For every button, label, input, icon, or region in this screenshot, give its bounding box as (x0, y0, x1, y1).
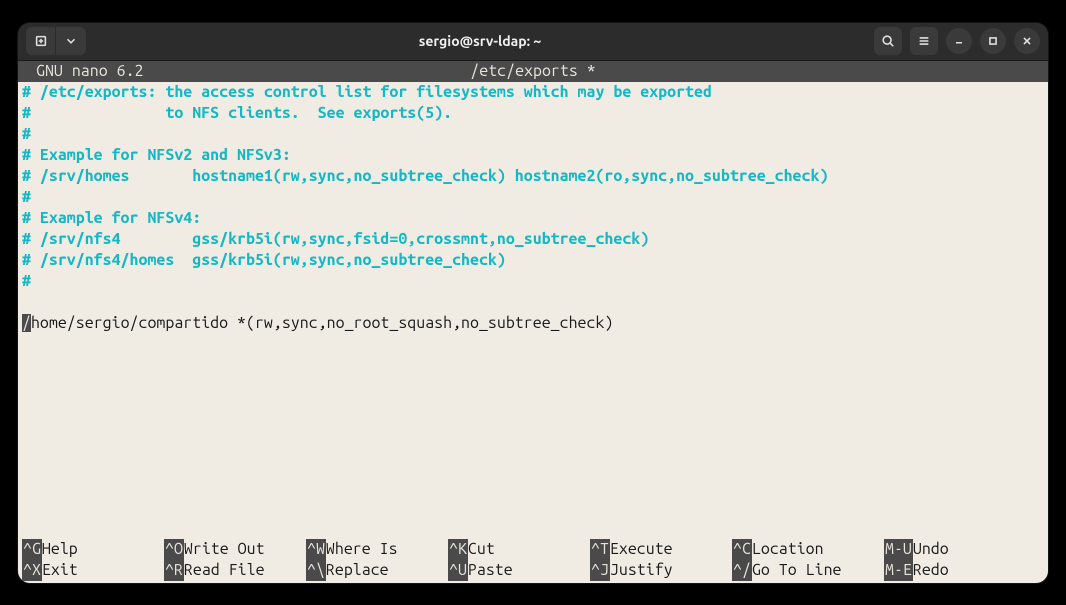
hamburger-icon (917, 34, 931, 48)
shortcut-row-2: ^X Exit ^R Read File ^\ Replace ^U Paste… (22, 560, 1044, 581)
titlebar-right (874, 27, 1040, 55)
editor-content[interactable]: # /etc/exports: the access control list … (18, 82, 1048, 334)
minimize-button[interactable] (946, 28, 972, 54)
search-icon (881, 34, 895, 48)
shortcut-write-out: ^O Write Out (164, 539, 306, 560)
chevron-down-icon (64, 34, 78, 48)
shortcut-exit: ^X Exit (22, 560, 164, 581)
shortcut-go-to-line: ^/ Go To Line (732, 560, 884, 581)
minimize-icon (952, 34, 966, 48)
comment-line: # Example for NFSv2 and NFSv3: (22, 146, 291, 164)
menu-button[interactable] (910, 27, 938, 55)
shortcut-help: ^G Help (22, 539, 164, 560)
new-tab-button[interactable] (26, 27, 56, 55)
comment-line: # to NFS clients. See exports(5). (22, 104, 452, 122)
shortcut-replace: ^\ Replace (306, 560, 448, 581)
search-button[interactable] (874, 27, 902, 55)
tab-dropdown-button[interactable] (56, 27, 86, 55)
comment-line: # /etc/exports: the access control list … (22, 83, 712, 101)
titlebar-left (26, 27, 86, 55)
terminal-content[interactable]: GNU nano 6.2 /etc/exports * # /etc/expor… (18, 61, 1048, 583)
shortcut-undo: M-U Undo (884, 539, 984, 560)
comment-line: # /srv/homes hostname1(rw,sync,no_subtre… (22, 167, 828, 185)
terminal-window: sergio@srv-ldap: ~ GNU nano 6.2 /etc/ex (18, 23, 1048, 583)
close-icon (1020, 34, 1034, 48)
shortcut-paste: ^U Paste (448, 560, 590, 581)
shortcut-location: ^C Location (732, 539, 884, 560)
comment-line: # (22, 188, 31, 206)
comment-line: # /srv/nfs4/homes gss/krb5i(rw,sync,no_s… (22, 251, 506, 269)
comment-line: # (22, 125, 31, 143)
active-line-text: home/sergio/compartido *(rw,sync,no_root… (31, 314, 613, 332)
maximize-button[interactable] (980, 28, 1006, 54)
comment-line: # /srv/nfs4 gss/krb5i(rw,sync,fsid=0,cro… (22, 230, 649, 248)
maximize-icon (986, 34, 1000, 48)
comment-line: # (22, 272, 31, 290)
shortcut-cut: ^K Cut (448, 539, 590, 560)
titlebar: sergio@srv-ldap: ~ (18, 23, 1048, 61)
shortcut-justify: ^J Justify (590, 560, 732, 581)
shortcut-where-is: ^W Where Is (306, 539, 448, 560)
window-title: sergio@srv-ldap: ~ (90, 33, 870, 49)
new-tab-icon (34, 34, 48, 48)
nano-filename: /etc/exports * (470, 61, 595, 82)
nano-footer: ^G Help ^O Write Out ^W Where Is ^K Cut … (18, 539, 1048, 583)
tab-button-group (26, 27, 86, 55)
cursor: / (22, 314, 31, 332)
nano-header: GNU nano 6.2 /etc/exports * (18, 61, 1048, 82)
shortcut-read-file: ^R Read File (164, 560, 306, 581)
nano-app-name: GNU nano 6.2 (22, 61, 144, 82)
close-button[interactable] (1014, 28, 1040, 54)
comment-line: # Example for NFSv4: (22, 209, 201, 227)
shortcut-redo: M-E Redo (884, 560, 984, 581)
shortcut-row-1: ^G Help ^O Write Out ^W Where Is ^K Cut … (22, 539, 1044, 560)
shortcut-execute: ^T Execute (590, 539, 732, 560)
